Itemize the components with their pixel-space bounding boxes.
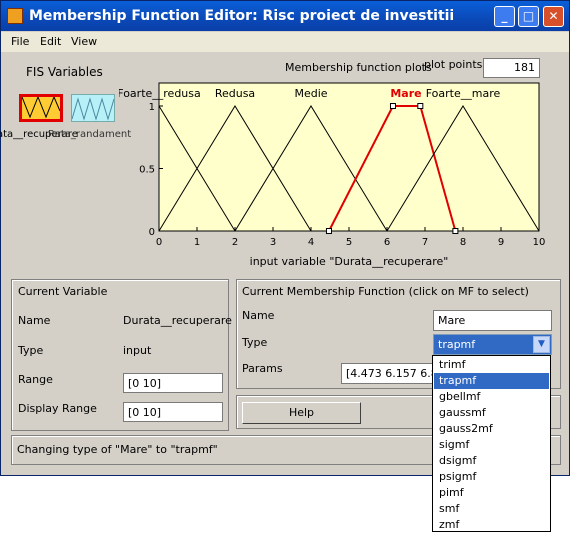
variable-type-value: input bbox=[123, 344, 152, 357]
dropdown-option-trapmf[interactable]: trapmf bbox=[434, 373, 549, 389]
mf-handle[interactable] bbox=[389, 103, 396, 109]
x-tick-label: 2 bbox=[232, 237, 238, 248]
menu-view[interactable]: View bbox=[71, 35, 97, 48]
mf-thumbnail-icon bbox=[72, 97, 114, 121]
dropdown-option-pimf[interactable]: pimf bbox=[434, 485, 549, 501]
current-mf-title: Current Membership Function (click on MF… bbox=[242, 285, 529, 298]
mf-label-foarte-redusa[interactable]: Foarte__redusa bbox=[119, 87, 201, 100]
x-tick-label: 1 bbox=[194, 237, 200, 248]
mf-type-label: Type bbox=[242, 336, 268, 349]
range-label: Range bbox=[18, 373, 53, 386]
mf-type-select[interactable]: trapmf ▼ bbox=[433, 334, 552, 355]
dropdown-option-gauss2mf[interactable]: gauss2mf bbox=[434, 421, 549, 437]
title-bar[interactable]: Membership Function Editor: Risc proiect… bbox=[1, 1, 569, 31]
x-tick-label: 4 bbox=[308, 237, 314, 248]
dropdown-option-zmf[interactable]: zmf bbox=[434, 517, 549, 533]
mf-params-input[interactable]: [4.473 6.157 6.877 bbox=[341, 363, 433, 384]
window-title: Membership Function Editor: Risc proiect… bbox=[29, 8, 455, 24]
dropdown-option-smf[interactable]: smf bbox=[434, 501, 549, 517]
plot-points-label: plot points: bbox=[424, 58, 487, 71]
current-variable-title: Current Variable bbox=[18, 285, 108, 298]
x-tick-label: 8 bbox=[460, 237, 466, 248]
x-tick-label: 5 bbox=[346, 237, 352, 248]
maximize-button[interactable]: □ bbox=[518, 6, 539, 27]
range-input[interactable]: [0 10] bbox=[123, 373, 223, 393]
mf-type-select-value: trapmf bbox=[438, 338, 476, 351]
membership-function-plot[interactable]: 0 1 2 3 4 5 6 7 8 9 10 0 0.5 1 Foarte__redusa Redusa M… bbox=[119, 81, 559, 281]
menu-bar: File Edit View bbox=[1, 32, 569, 52]
y-tick-label: 1 bbox=[149, 102, 155, 113]
variable-type-label: Type bbox=[18, 344, 44, 357]
x-tick-label: 10 bbox=[533, 237, 546, 248]
x-axis-label: input variable "Durata__recuperare" bbox=[250, 255, 449, 268]
dropdown-option-dsigmf[interactable]: dsigmf bbox=[434, 453, 549, 469]
mf-handle[interactable] bbox=[452, 228, 459, 234]
mf-name-label: Name bbox=[242, 309, 275, 322]
help-button[interactable]: Help bbox=[242, 402, 361, 424]
mf-thumbnail-icon bbox=[22, 97, 60, 119]
matlab-app-icon bbox=[7, 8, 23, 24]
menu-file[interactable]: File bbox=[11, 35, 29, 48]
x-tick-label: 3 bbox=[270, 237, 276, 248]
mf-label-mare[interactable]: Mare bbox=[390, 87, 421, 100]
plot-title: Membership function plots bbox=[285, 61, 432, 74]
dropdown-option-sigmf[interactable]: sigmf bbox=[434, 437, 549, 453]
mf-type-dropdown: trimf trapmf gbellmf gaussmf gauss2mf si… bbox=[432, 355, 551, 532]
mf-label-medie[interactable]: Medie bbox=[294, 87, 327, 100]
mf-label-redusa[interactable]: Redusa bbox=[215, 87, 255, 100]
display-range-label: Display Range bbox=[18, 402, 97, 415]
mf-handle[interactable] bbox=[325, 228, 332, 234]
x-tick-label: 9 bbox=[498, 237, 504, 248]
mf-label-foarte-mare[interactable]: Foarte__mare bbox=[426, 87, 501, 100]
menu-edit[interactable]: Edit bbox=[40, 35, 61, 48]
dropdown-option-trimf[interactable]: trimf bbox=[434, 357, 549, 373]
chevron-down-icon[interactable]: ▼ bbox=[533, 336, 550, 353]
status-text: Changing type of "Mare" to "trapmf" bbox=[17, 443, 218, 456]
variable-name-value: Durata__recuperare bbox=[123, 314, 232, 327]
plot-area bbox=[158, 82, 540, 232]
dropdown-option-gbellmf[interactable]: gbellmf bbox=[434, 389, 549, 405]
current-variable-panel: Current Variable Name Durata__recuperare… bbox=[11, 279, 232, 431]
close-button[interactable]: ✕ bbox=[543, 6, 564, 27]
display-range-input[interactable]: [0 10] bbox=[123, 402, 223, 422]
plot-points-input[interactable]: 181 bbox=[483, 58, 540, 78]
x-tick-label: 6 bbox=[384, 237, 390, 248]
x-tick-label: 0 bbox=[156, 237, 162, 248]
dropdown-option-psigmf[interactable]: psigmf bbox=[434, 469, 549, 485]
dropdown-option-gaussmf[interactable]: gaussmf bbox=[434, 405, 549, 421]
input-variable-icon[interactable] bbox=[19, 94, 63, 122]
mf-params-label: Params bbox=[242, 362, 283, 375]
mf-handle[interactable] bbox=[417, 103, 424, 109]
minimize-button[interactable]: _ bbox=[494, 6, 515, 27]
output-variable-icon[interactable] bbox=[71, 94, 115, 122]
y-tick-label: 0.5 bbox=[139, 165, 155, 176]
y-tick-label: 0 bbox=[149, 227, 155, 238]
variable-name-label: Name bbox=[18, 314, 51, 327]
fis-variables-label: FIS Variables bbox=[26, 65, 103, 79]
mf-name-input[interactable]: Mare bbox=[433, 310, 552, 331]
x-tick-label: 7 bbox=[422, 237, 428, 248]
